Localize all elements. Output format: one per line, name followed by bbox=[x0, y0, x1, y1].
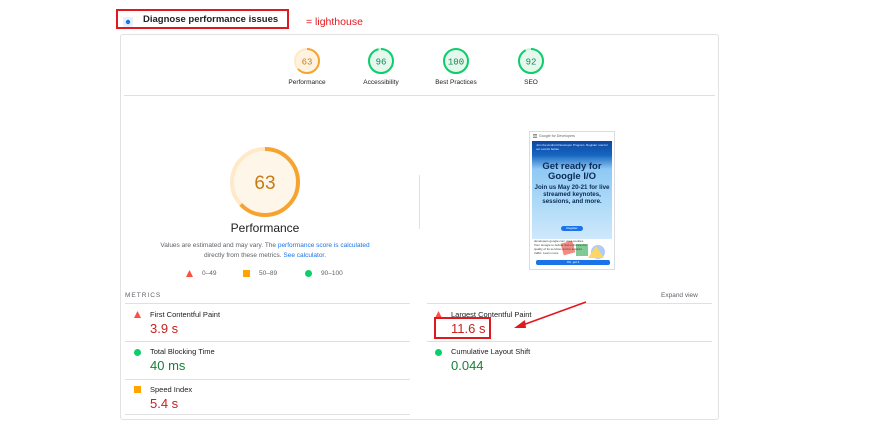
screenshot-ok-button: OK, got it bbox=[536, 260, 610, 265]
metric-value-si: 5.4 s bbox=[150, 396, 179, 411]
gauge-score: 63 bbox=[302, 58, 313, 68]
gauge-score: 100 bbox=[448, 58, 464, 68]
note-text: directly from these metrics. bbox=[203, 252, 284, 259]
score-calculated-link[interactable]: performance score is calculated bbox=[278, 242, 370, 249]
metric-value-cls: 0.044 bbox=[451, 358, 484, 373]
annotation-arrow bbox=[514, 301, 587, 328]
metric-label-tbt: Total Blocking Time bbox=[150, 347, 215, 356]
average-square-icon bbox=[134, 386, 141, 393]
legend-label: 50–89 bbox=[259, 270, 278, 277]
gauge-score: 92 bbox=[526, 58, 537, 68]
metric-label-cls: Cumulative Layout Shift bbox=[451, 347, 531, 356]
metric-label-fcp: First Contentful Paint bbox=[150, 310, 221, 319]
gauge-ring: 96 bbox=[368, 48, 394, 74]
section-title: Diagnose performance issues bbox=[143, 14, 279, 25]
divider bbox=[125, 341, 410, 342]
legend-pass: 90–100 bbox=[305, 270, 343, 277]
gauge-label: Accessibility bbox=[363, 79, 399, 86]
performance-title: Performance bbox=[230, 221, 300, 235]
gauge-seo[interactable]: 92 SEO bbox=[499, 47, 563, 86]
circle-icon bbox=[305, 270, 312, 277]
divider bbox=[125, 303, 410, 304]
screenshot-headline: Get ready for Google I/O bbox=[542, 161, 602, 182]
score-note: Values are estimated and may vary. The p… bbox=[137, 241, 393, 261]
gauge-ring: 92 bbox=[518, 48, 544, 74]
screenshot-subhead: Join us May 20-21 for live streamed keyn… bbox=[534, 184, 610, 205]
screenshot-hero: Join the Android Developer Program. Regi… bbox=[532, 141, 612, 239]
gauge-label: SEO bbox=[524, 79, 538, 86]
gauge-label: Best Practices bbox=[435, 79, 477, 86]
pass-circle-icon bbox=[435, 349, 442, 356]
metrics-heading: METRICS bbox=[125, 292, 162, 299]
fail-triangle-icon bbox=[134, 311, 141, 318]
screenshot-cookie-text: developers.google.com uses cookies from … bbox=[534, 239, 587, 255]
metric-value-tbt: 40 ms bbox=[150, 358, 186, 373]
divider bbox=[125, 379, 410, 380]
note-text: Values are estimated and may vary. The bbox=[160, 242, 278, 249]
performance-gauge-large: 63 bbox=[229, 146, 301, 223]
menu-icon bbox=[533, 134, 537, 138]
divider bbox=[125, 414, 410, 415]
expand-view-toggle[interactable]: Expand view bbox=[661, 292, 698, 299]
gauge-ring: 63 bbox=[294, 48, 320, 74]
gauge-score: 96 bbox=[376, 58, 387, 68]
gauge-performance[interactable]: 63 Performance bbox=[275, 47, 339, 86]
gauge-accessibility[interactable]: 96 Accessibility bbox=[349, 47, 413, 86]
metric-value-fcp: 3.9 s bbox=[150, 321, 179, 336]
page-screenshot: Google for Developers Join the Android D… bbox=[529, 131, 615, 270]
gauge-best-practices[interactable]: 100 Best Practices bbox=[424, 47, 488, 86]
diagnose-icon bbox=[123, 14, 133, 27]
screenshot-site-name: Google for Developers bbox=[539, 134, 575, 138]
annotation-text: = lighthouse bbox=[306, 16, 363, 28]
see-calculator-link[interactable]: See calculator. bbox=[283, 252, 326, 259]
divider bbox=[427, 341, 712, 342]
legend-label: 90–100 bbox=[321, 270, 343, 277]
annotation-box-lcp bbox=[434, 317, 491, 339]
gauge-ring: 100 bbox=[443, 48, 469, 74]
screenshot-topbar: Google for Developers bbox=[530, 132, 614, 140]
legend-average: 50–89 bbox=[243, 270, 277, 277]
legend-label: 0–49 bbox=[202, 270, 217, 277]
gauge-label: Performance bbox=[288, 79, 326, 86]
legend-fail: 0–49 bbox=[186, 270, 216, 277]
divider bbox=[124, 95, 715, 96]
divider bbox=[419, 175, 420, 229]
screenshot-register-button: Register bbox=[561, 226, 583, 231]
performance-score: 63 bbox=[254, 173, 275, 194]
metric-label-si: Speed Index bbox=[150, 385, 193, 394]
pass-circle-icon bbox=[134, 349, 141, 356]
screenshot-banner-text: Join the Android Developer Program. Regi… bbox=[536, 143, 608, 151]
triangle-icon bbox=[186, 270, 193, 277]
square-icon bbox=[243, 270, 250, 277]
